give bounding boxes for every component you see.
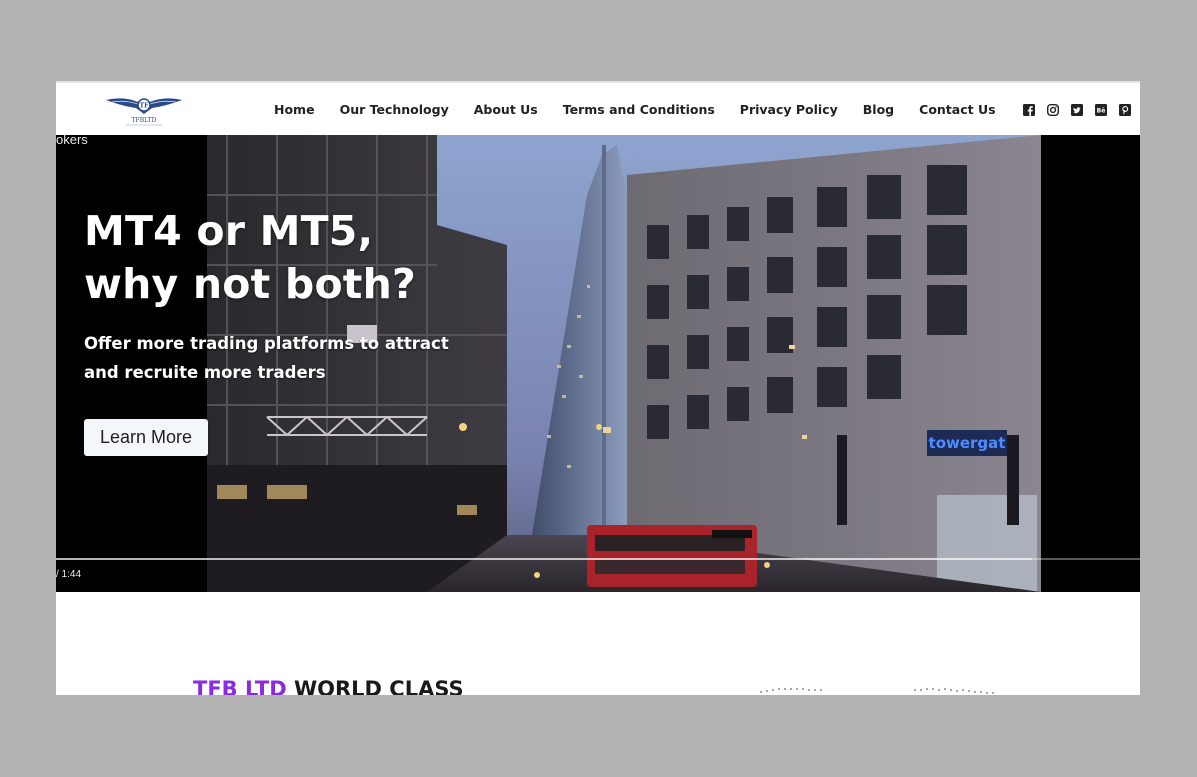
logo[interactable]: TF TFBLTD — [104, 92, 184, 128]
hero-subtitle-line-1: Offer more trading platforms to attract — [84, 334, 449, 353]
svg-text:towergat: towergat — [929, 434, 1006, 452]
section-title-rest: WORLD CLASS — [286, 677, 464, 695]
video-progress-fill — [56, 558, 1032, 560]
world-map-graphic — [760, 688, 994, 694]
social-links: Bē — [1023, 103, 1131, 117]
facebook-icon[interactable] — [1023, 103, 1035, 116]
twitter-icon[interactable] — [1071, 103, 1083, 116]
pinterest-icon[interactable] — [1119, 103, 1131, 116]
nav-home[interactable]: Home — [274, 102, 315, 117]
nav-about-us[interactable]: About Us — [474, 102, 538, 117]
web-page: TF TFBLTD Home Our Technology About Us T… — [56, 81, 1140, 695]
main-nav: Home Our Technology About Us Terms and C… — [274, 83, 1021, 135]
behance-icon[interactable]: Bē — [1095, 103, 1107, 116]
video-progress-bar[interactable] — [56, 558, 1140, 560]
video-caption: okers — [56, 135, 88, 147]
hero-title: MT4 or MT5, why not both? — [84, 205, 416, 311]
nav-terms-and-conditions[interactable]: Terms and Conditions — [563, 102, 715, 117]
hero-video[interactable]: towergat okers MT4 or MT5, why not both?… — [56, 135, 1140, 592]
site-header: TF TFBLTD Home Our Technology About Us T… — [56, 83, 1140, 135]
hero-subtitle: Offer more trading platforms to attract … — [84, 329, 464, 387]
hero-subtitle-line-2: and recruite more traders — [84, 363, 326, 382]
section-title-accent: TFB LTD — [193, 677, 287, 695]
svg-text:TFBLTD: TFBLTD — [132, 117, 157, 124]
svg-text:TF: TF — [140, 103, 149, 110]
section-title: TFB LTD WORLD CLASS — [193, 677, 464, 695]
video-time: / 1:44 — [56, 569, 82, 580]
instagram-icon[interactable] — [1046, 103, 1060, 117]
nav-contact-us[interactable]: Contact Us — [919, 102, 995, 117]
learn-more-button[interactable]: Learn More — [84, 419, 208, 456]
svg-text:Bē: Bē — [1097, 108, 1106, 115]
nav-blog[interactable]: Blog — [863, 102, 894, 117]
hero-title-line-2: why not both? — [84, 260, 416, 308]
nav-our-technology[interactable]: Our Technology — [340, 102, 449, 117]
nav-privacy-policy[interactable]: Privacy Policy — [740, 102, 838, 117]
hero-title-line-1: MT4 or MT5, — [84, 207, 374, 255]
